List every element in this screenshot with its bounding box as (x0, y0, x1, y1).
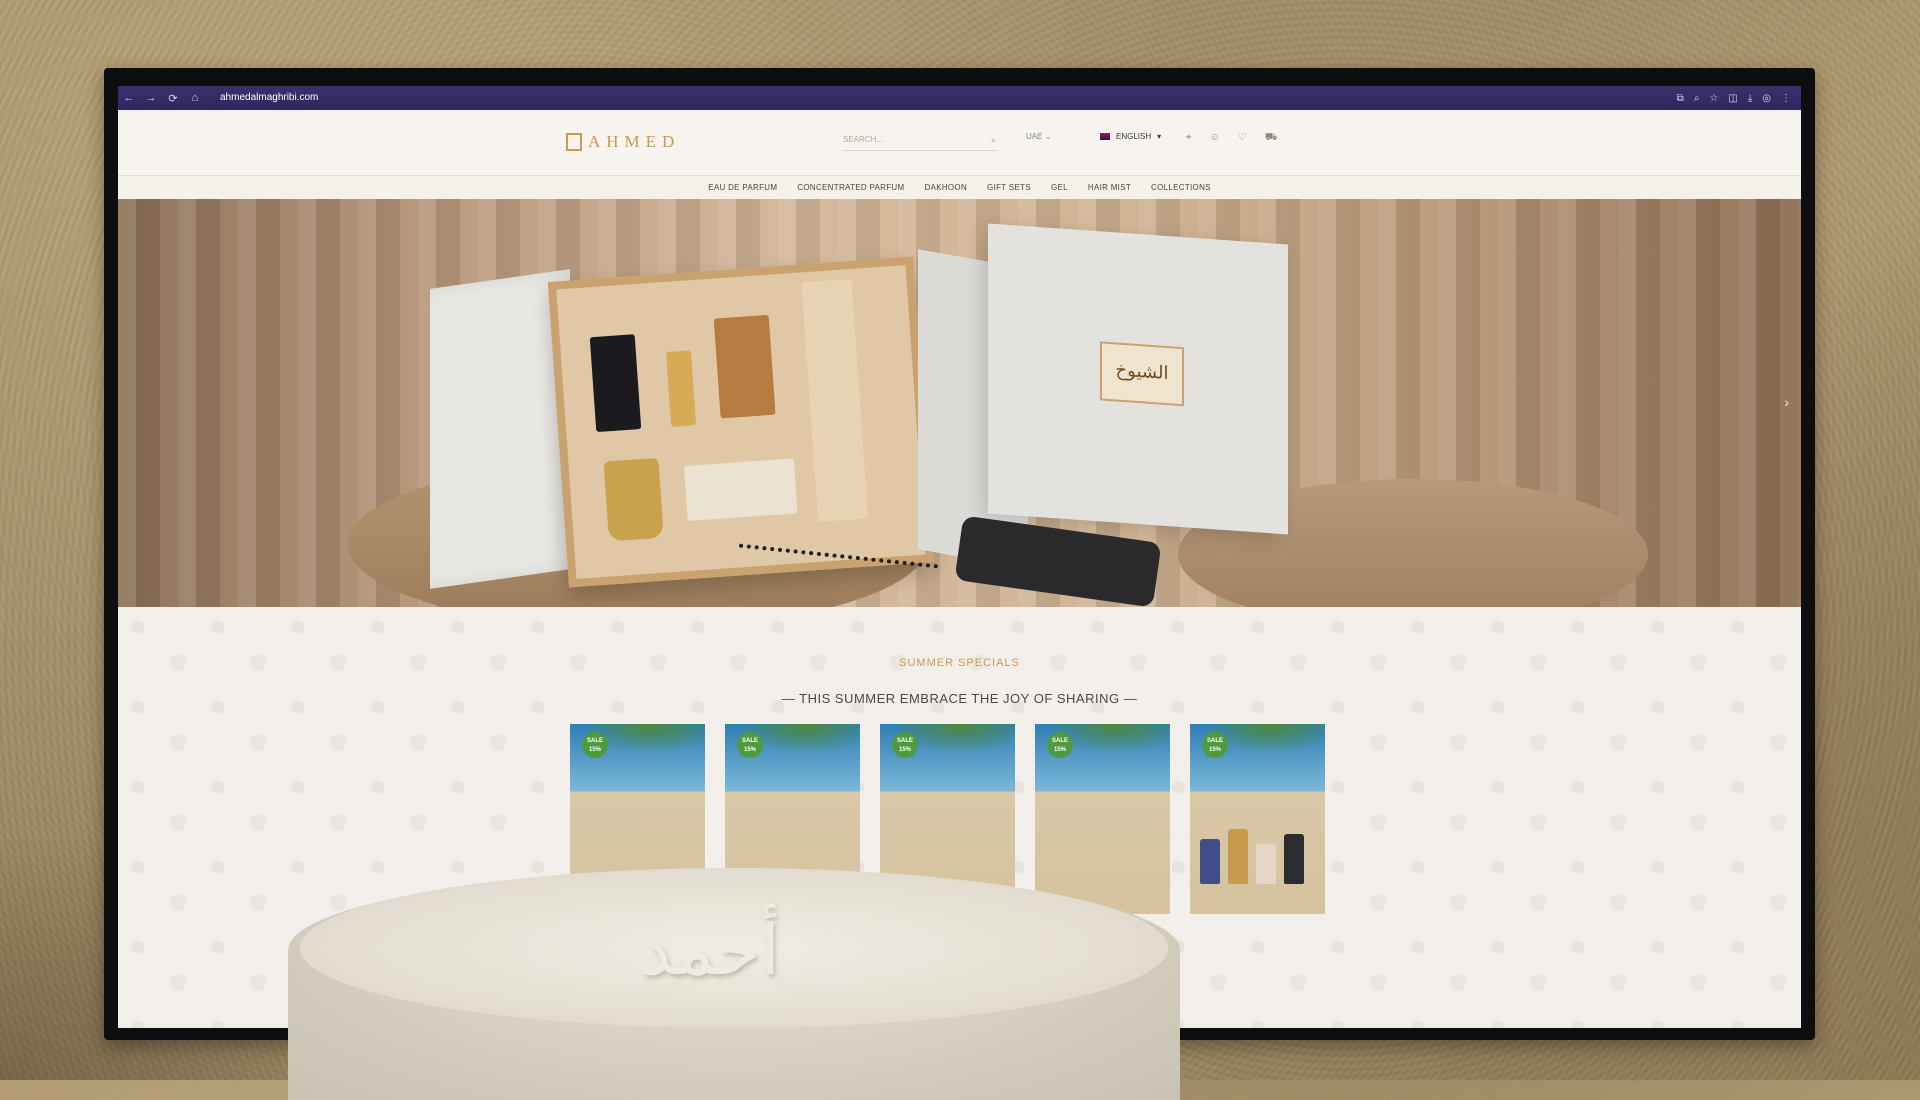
forward-icon[interactable]: → (140, 92, 162, 104)
pink-bottle (1256, 844, 1276, 884)
amber-perfume-bottle (713, 314, 776, 419)
section-eyebrow: SUMMER SPECIALS (899, 657, 1020, 669)
logo-text: AHMED (588, 132, 681, 151)
misbaha-case (801, 278, 869, 522)
extensions-icon[interactable]: ◫ (1728, 93, 1737, 104)
logo[interactable]: AHMED (566, 132, 680, 152)
blue-bottle (1200, 839, 1220, 884)
nav-item-collections[interactable]: COLLECTIONS (1151, 176, 1211, 199)
header-icons: ⌖ ☺ ♡ ⛟ (1186, 132, 1277, 145)
chevron-down-icon: ⌄ (1044, 132, 1052, 141)
oud-wood-box (683, 458, 798, 521)
zoom-icon[interactable]: ⌕ (1694, 93, 1700, 104)
uk-flag-icon (1100, 133, 1110, 140)
sale-badge: SALE 15% (737, 732, 763, 758)
caret-down-icon: ▾ (1157, 132, 1162, 141)
product-card[interactable]: SALE 15% (1190, 724, 1325, 914)
star-icon[interactable]: ☆ (1709, 93, 1718, 104)
browser-toolbar: ← → ⟳ ⌂ ahmedalmaghribi.com ⧉ ⌕ ☆ ◫ ⤓ ◎ … (118, 86, 1801, 110)
search-icon[interactable]: ⌕ (991, 130, 996, 150)
sale-badge: SALE 15% (1047, 732, 1073, 758)
toolbar-actions: ⧉ ⌕ ☆ ◫ ⤓ ◎ ⋮ (1677, 93, 1801, 104)
gold-cup (603, 457, 664, 542)
nav-item-gift-sets[interactable]: GIFT SETS (987, 176, 1031, 199)
gift-box-left-flap (430, 269, 570, 589)
logo-mark-icon (566, 133, 582, 151)
product-card[interactable]: SALE 15% (1035, 724, 1170, 914)
nav-item-eau-de-parfum[interactable]: EAU DE PARFUM (708, 176, 777, 199)
dark-bottle (1284, 834, 1304, 884)
product-bottles (1200, 824, 1315, 884)
hero-banner[interactable]: الشيوخ › (118, 199, 1801, 607)
nav-item-dakhoon[interactable]: DAKHOON (924, 176, 967, 199)
black-perfume-bottle (589, 334, 642, 433)
region-value: UAE (1026, 132, 1043, 141)
location-icon[interactable]: ⌖ (1186, 132, 1192, 145)
language-select[interactable]: ENGLISH ▾ (1100, 132, 1161, 141)
menu-icon[interactable]: ⋮ (1781, 93, 1791, 104)
section-headline: — THIS SUMMER EMBRACE THE JOY OF SHARING… (781, 691, 1138, 706)
nav-item-concentrated-parfum[interactable]: CONCENTRATED PARFUM (797, 176, 904, 199)
gold-attar-bottle (665, 350, 697, 427)
site-header: AHMED SEARCH... ⌕ UAE ⌄ ENGLISH ▾ ⌖ ☺ ♡ … (118, 110, 1801, 176)
sale-badge: SALE 15% (1202, 732, 1228, 758)
translate-icon[interactable]: ⧉ (1677, 93, 1684, 104)
box-label: الشيوخ (1100, 341, 1184, 407)
gift-box-tray (547, 256, 935, 588)
search-input[interactable]: SEARCH... ⌕ (843, 130, 998, 151)
account-icon[interactable]: ☺ (1210, 132, 1220, 145)
embossed-emblem: أحمد (640, 909, 780, 991)
chevron-right-icon[interactable]: › (1784, 394, 1789, 410)
region-select[interactable]: UAE ⌄ (1026, 132, 1071, 141)
language-value: ENGLISH (1116, 132, 1152, 141)
nav-item-gel[interactable]: GEL (1051, 176, 1068, 199)
wishlist-icon[interactable]: ♡ (1238, 132, 1247, 145)
reload-icon[interactable]: ⟳ (162, 92, 184, 105)
sale-badge: SALE 15% (582, 732, 608, 758)
cart-icon[interactable]: ⛟ (1265, 132, 1278, 145)
address-bar[interactable]: ahmedalmaghribi.com (212, 90, 326, 106)
gift-box-cover: الشيوخ (988, 223, 1288, 535)
sale-badge: SALE 15% (892, 732, 918, 758)
gold-bottle (1228, 829, 1248, 884)
nav-item-hair-mist[interactable]: HAIR MIST (1088, 176, 1131, 199)
main-nav: EAU DE PARFUM CONCENTRATED PARFUM DAKHOO… (118, 176, 1801, 199)
download-icon[interactable]: ⤓ (1748, 93, 1752, 104)
search-placeholder: SEARCH... (843, 135, 884, 144)
home-icon[interactable]: ⌂ (184, 92, 206, 104)
back-icon[interactable]: ← (118, 92, 140, 104)
profile-icon[interactable]: ◎ (1762, 93, 1771, 104)
